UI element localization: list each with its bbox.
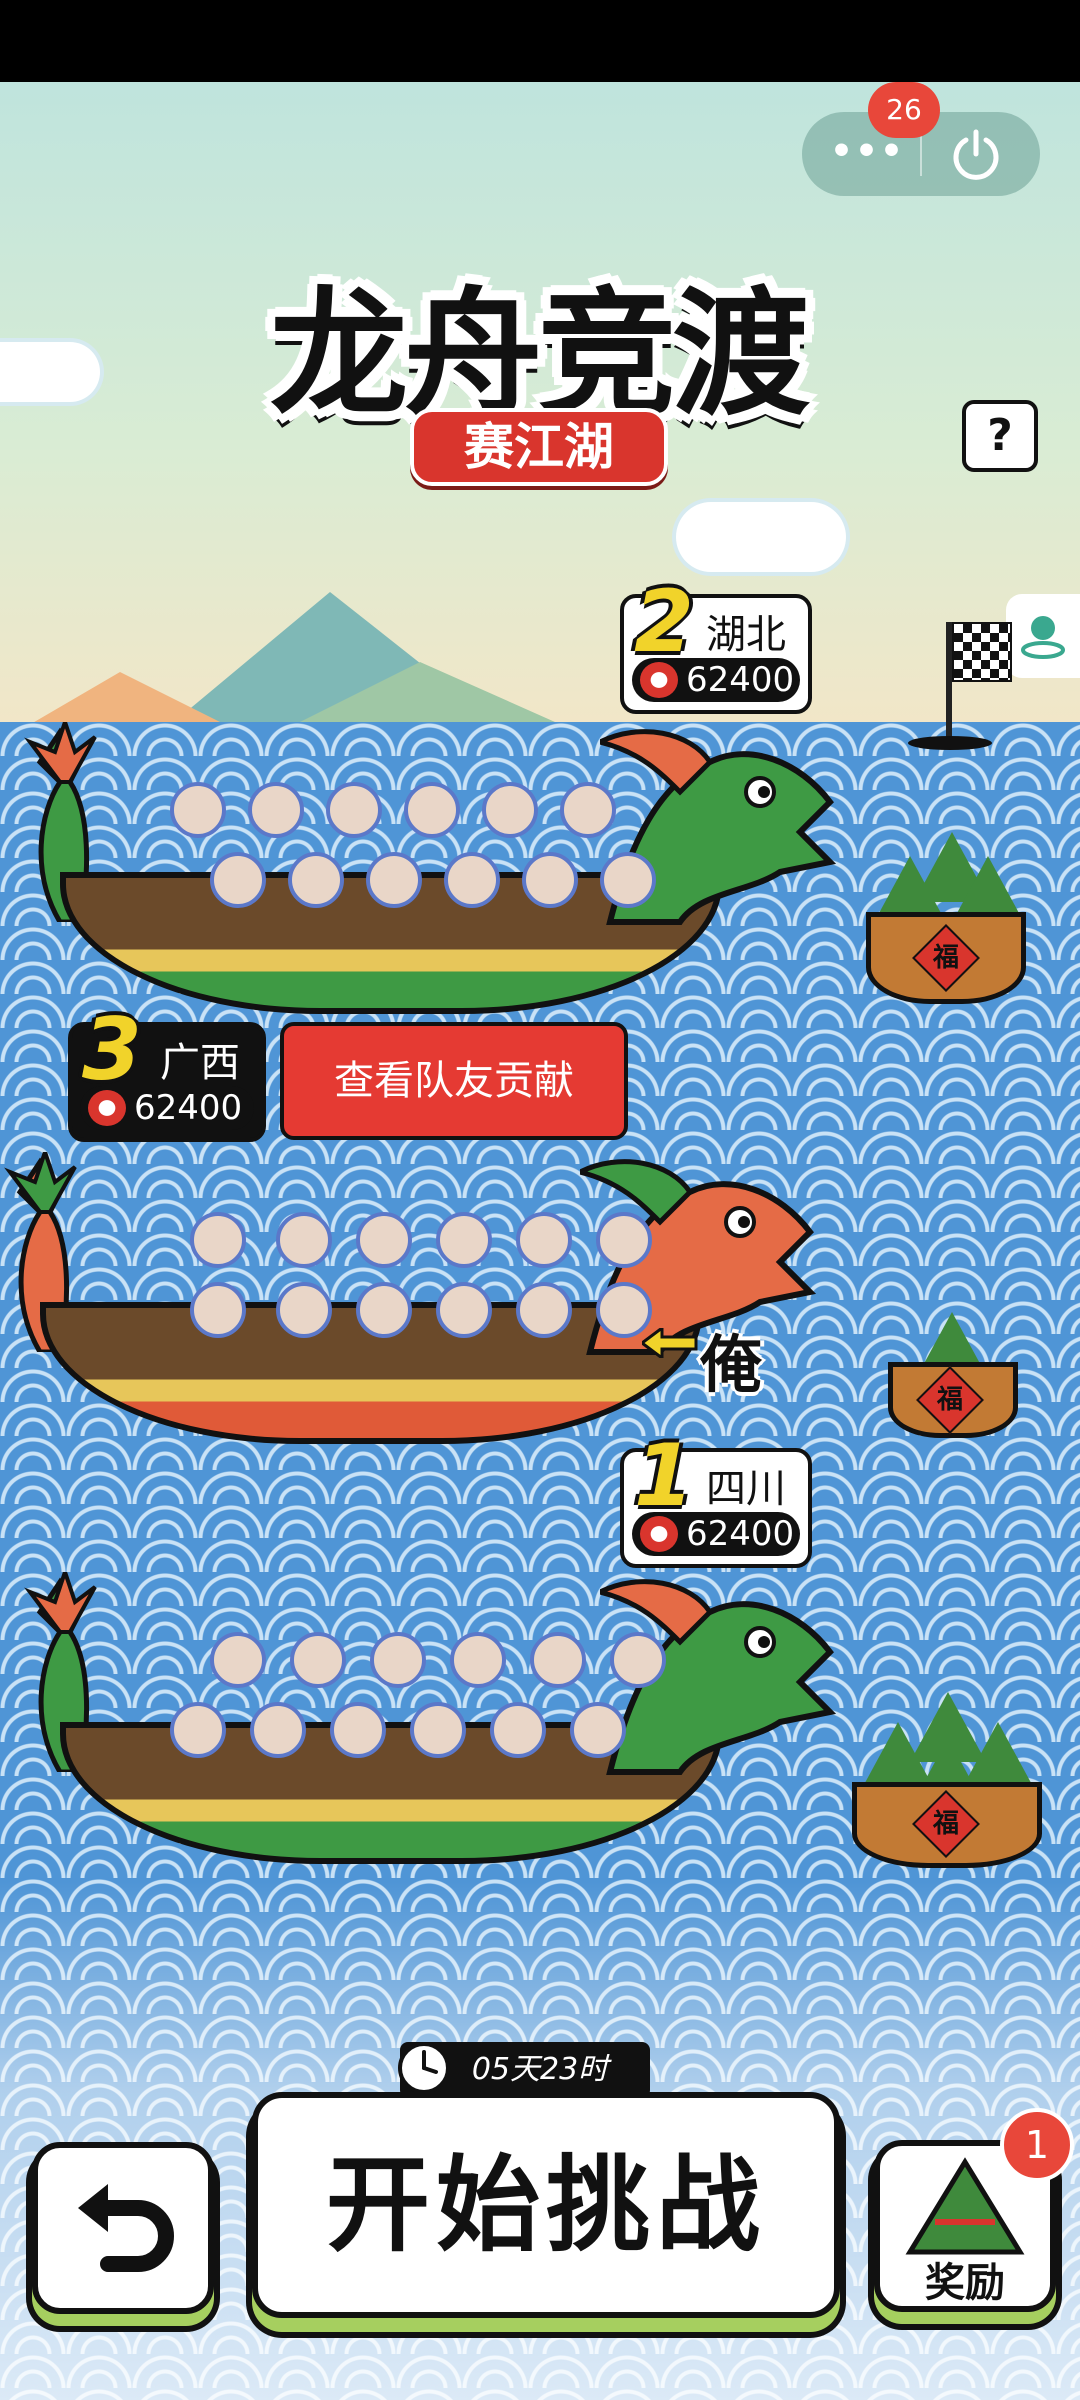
avatar <box>248 782 304 838</box>
score-bar: 62400 <box>632 658 800 702</box>
avatar <box>288 852 344 908</box>
help-button[interactable]: ? <box>962 400 1038 472</box>
avatar <box>600 852 656 908</box>
avatar <box>356 1282 412 1338</box>
rank-number: 2 <box>634 572 694 672</box>
province-name: 湖北 <box>706 612 786 658</box>
province-name: 四川 <box>706 1466 786 1512</box>
dragon-boat-sichuan <box>20 1572 840 1872</box>
avatar <box>330 1702 386 1758</box>
dragon-boat-guangxi <box>0 1152 820 1452</box>
avatar <box>570 1702 626 1758</box>
avatar <box>436 1212 492 1268</box>
avatar <box>356 1212 412 1268</box>
clock-icon <box>398 2042 450 2094</box>
rank-badge-1: 1 四川 62400 <box>620 1426 812 1568</box>
rank-badge-2: 2 湖北 62400 <box>620 572 812 714</box>
avatar <box>482 782 538 838</box>
location-button[interactable] <box>1006 594 1080 678</box>
zongzi-basket: 福 <box>866 832 1026 1004</box>
province-name: 广西 <box>160 1040 240 1086</box>
cloud <box>0 342 100 402</box>
score-value: 62400 <box>686 660 795 700</box>
back-button[interactable] <box>32 2142 214 2314</box>
score-value: 62400 <box>686 1514 795 1554</box>
avatar <box>490 1702 546 1758</box>
game-subtitle: 赛江湖 <box>410 408 668 486</box>
rank-number: 3 <box>82 1000 142 1100</box>
crew-members <box>110 1212 670 1382</box>
drum-icon <box>640 1516 678 1552</box>
avatar <box>522 852 578 908</box>
avatar <box>190 1282 246 1338</box>
mountains <box>0 592 600 742</box>
avatar <box>450 1632 506 1688</box>
zongzi-basket: 福 <box>888 1312 1018 1438</box>
flag-icon <box>952 622 1012 682</box>
drum-icon <box>640 662 678 698</box>
location-icon <box>1021 616 1065 659</box>
avatar <box>326 782 382 838</box>
avatar <box>290 1632 346 1688</box>
avatar <box>404 782 460 838</box>
avatar <box>516 1282 572 1338</box>
avatar <box>366 852 422 908</box>
zongzi-basket: 福 <box>852 1682 1042 1868</box>
score-bar: 62400 <box>632 1512 800 1556</box>
rank-badge-3: 3 广西 62400 <box>68 1000 266 1142</box>
score-bar: 62400 <box>80 1086 254 1130</box>
avatar <box>436 1282 492 1338</box>
capsule-divider <box>920 132 922 176</box>
crew-members <box>130 782 690 952</box>
avatar <box>410 1702 466 1758</box>
avatar <box>516 1212 572 1268</box>
view-teammate-contribution-button[interactable]: 查看队友贡献 <box>280 1022 628 1140</box>
avatar <box>170 782 226 838</box>
avatar <box>370 1632 426 1688</box>
game-scene: ••• 26 龙舟竞渡 赛江湖 ? 2 湖北 62400 福 3 广西 6240… <box>0 82 1080 2400</box>
avatar <box>276 1282 332 1338</box>
avatar <box>560 782 616 838</box>
avatar <box>610 1632 666 1688</box>
avatar <box>276 1212 332 1268</box>
avatar <box>210 852 266 908</box>
avatar <box>210 1632 266 1688</box>
rank-number: 1 <box>634 1426 694 1526</box>
reward-label: 奖励 <box>925 2260 1005 2306</box>
arrow-left-icon <box>642 1328 698 1358</box>
back-arrow-icon <box>78 2184 174 2272</box>
dragon-boat-hubei <box>20 722 840 1022</box>
crew-members <box>130 1632 690 1802</box>
avatar <box>170 1702 226 1758</box>
reward-badge: 1 <box>1000 2108 1074 2182</box>
avatar <box>444 852 500 908</box>
avatar <box>596 1212 652 1268</box>
flag-base <box>908 736 992 750</box>
start-challenge-button[interactable]: 开始挑战 <box>252 2092 840 2318</box>
score-value: 62400 <box>134 1088 243 1128</box>
avatar <box>530 1632 586 1688</box>
avatar <box>190 1212 246 1268</box>
power-icon[interactable] <box>950 128 1002 180</box>
drum-icon <box>88 1090 126 1126</box>
avatar <box>250 1702 306 1758</box>
notification-badge: 26 <box>868 82 940 138</box>
me-label: 俺 <box>700 1328 763 1401</box>
